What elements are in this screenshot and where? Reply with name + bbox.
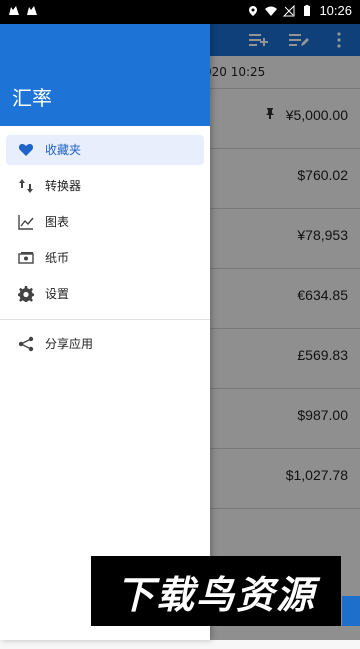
menu-item-label: 转换器 xyxy=(45,179,82,193)
cat-icon xyxy=(27,6,37,15)
wifi-icon xyxy=(265,6,278,16)
fab-edge xyxy=(342,596,360,626)
battery-icon xyxy=(304,5,311,16)
menu-item-label: 收藏夹 xyxy=(45,143,82,157)
signal-icon xyxy=(283,5,295,17)
menu-item-label: 纸币 xyxy=(45,251,70,265)
drawer-divider xyxy=(0,319,210,320)
location-icon xyxy=(249,6,258,16)
menu-item-share[interactable]: 分享应用 xyxy=(6,329,204,359)
menu-item-settings[interactable]: 设置 xyxy=(6,279,204,309)
menu-item-converter[interactable]: 转换器 xyxy=(6,171,204,201)
menu-item-label: 设置 xyxy=(45,287,70,301)
cat-icon xyxy=(9,6,19,15)
menu-item-favorites[interactable]: 收藏夹 xyxy=(6,135,204,165)
share-icon xyxy=(18,336,34,352)
menu-item-label: 分享应用 xyxy=(45,337,94,351)
navigation-drawer: 汇率 收藏夹 转换器 图表 纸币 设置 分享应用 xyxy=(0,0,210,640)
heart-icon xyxy=(18,144,34,156)
menu-item-banknotes[interactable]: 纸币 xyxy=(6,243,204,273)
menu-item-label: 图表 xyxy=(45,215,70,229)
banknote-icon xyxy=(18,252,34,264)
watermark: 下载鸟资源 xyxy=(91,556,341,626)
chart-icon xyxy=(18,215,34,230)
swap-icon xyxy=(19,179,33,193)
status-bar: 10:26 xyxy=(0,0,360,24)
drawer-title: 汇率 xyxy=(12,86,52,110)
clock: 10:26 xyxy=(319,3,352,18)
menu-item-charts[interactable]: 图表 xyxy=(6,207,204,237)
gear-icon xyxy=(18,286,34,302)
watermark-text: 下载鸟资源 xyxy=(115,572,316,617)
